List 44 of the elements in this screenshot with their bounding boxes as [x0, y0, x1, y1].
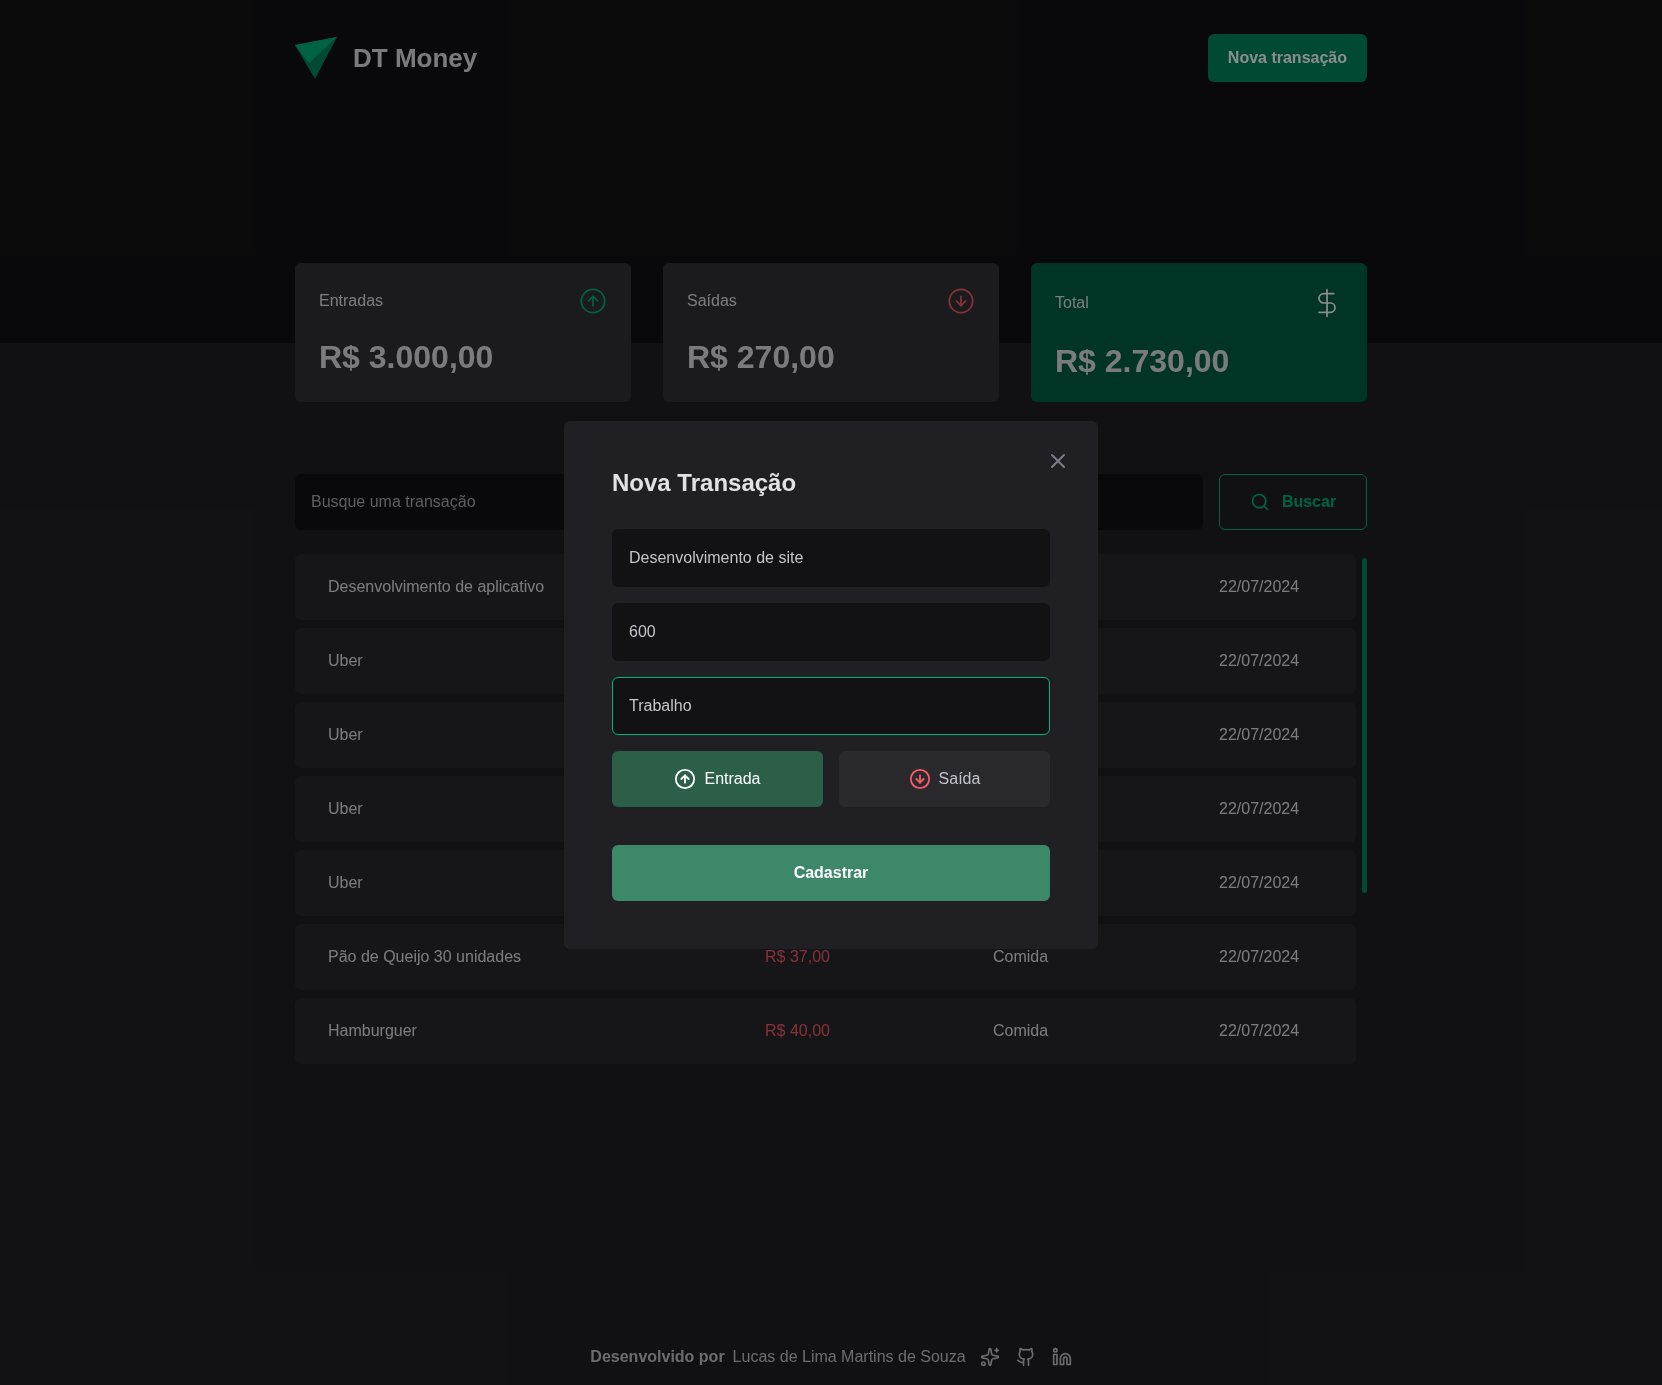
transaction-date: 22/07/2024: [1219, 874, 1300, 892]
transaction-description: Uber: [328, 726, 363, 744]
input-field[interactable]: 600: [612, 603, 1050, 661]
transaction-type-button[interactable]: Saída: [839, 751, 1050, 807]
transaction-description: Uber: [328, 652, 363, 670]
transaction-description: Uber: [328, 874, 363, 892]
brand-name: DT Money: [353, 42, 478, 74]
transaction-date: 22/07/2024: [1219, 1022, 1300, 1040]
scrollbar-thumb[interactable]: [1362, 558, 1367, 893]
card-amount: R$ 3.000,00: [319, 339, 495, 376]
transaction-description: Desenvolvimento de aplicativo: [328, 578, 545, 596]
modal-title: Nova Transação: [612, 469, 798, 497]
transaction-category: Comida: [993, 1022, 1049, 1039]
paper-plane-logo-icon: [295, 37, 337, 79]
github-icon[interactable]: [1015, 1347, 1036, 1367]
transaction-type-button[interactable]: Entrada: [612, 751, 823, 807]
transaction-category: Comida: [993, 948, 1049, 965]
transaction-date: 22/07/2024: [1219, 948, 1300, 966]
card-label: Entradas: [319, 292, 384, 310]
input-field[interactable]: Desenvolvimento de site: [612, 529, 1050, 587]
transaction-date: 22/07/2024: [1219, 800, 1300, 818]
arrow-down-circle-icon: [947, 287, 975, 315]
arrow-up-circle-icon: [674, 768, 697, 790]
search-icon: [1249, 492, 1270, 512]
transaction-amount: R$ 40,00: [765, 1022, 830, 1039]
author-name: Lucas de Lima Martins de Souza: [732, 1348, 966, 1366]
card-amount: R$ 2.730,00: [1055, 343, 1231, 380]
card-label: Saídas: [687, 292, 737, 310]
transaction-date: 22/07/2024: [1219, 578, 1300, 596]
submit-button[interactable]: Cadastrar: [612, 845, 1050, 901]
sparkles-icon[interactable]: [979, 1347, 1000, 1367]
footer-credit-label: Desenvolvido por: [590, 1348, 725, 1366]
arrow-up-circle-icon: [579, 287, 607, 315]
arrow-down-circle-icon: [908, 768, 931, 790]
card-label: Total: [1055, 294, 1089, 312]
transaction-amount: R$ 37,00: [765, 948, 830, 965]
card-amount: R$ 270,00: [687, 339, 836, 376]
transaction-description: Uber: [328, 800, 363, 818]
transaction-date: 22/07/2024: [1219, 726, 1300, 744]
input-field[interactable]: Trabalho: [612, 677, 1050, 735]
transaction-description: Hamburguer: [328, 1022, 417, 1040]
linkedin-icon[interactable]: [1051, 1347, 1072, 1367]
transaction-date: 22/07/2024: [1219, 652, 1300, 670]
transaction-description: Pão de Queijo 30 unidades: [328, 948, 522, 966]
